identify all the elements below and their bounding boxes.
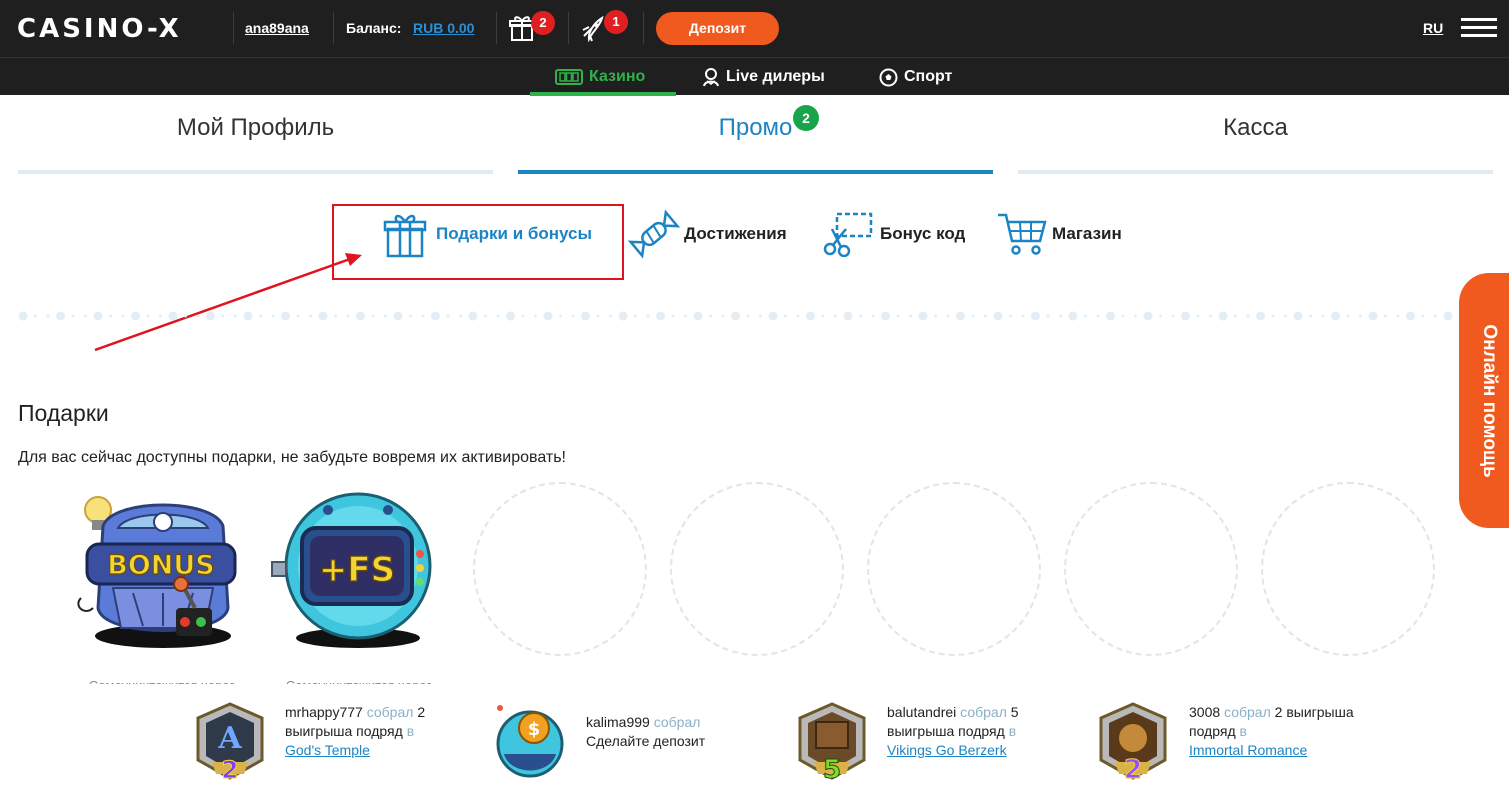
subnav-shop-label: Магазин xyxy=(1052,224,1122,243)
empty-gift-slot xyxy=(473,482,647,656)
gifts-count-badge: 2 xyxy=(531,11,555,35)
feed-user: mrhappy777 xyxy=(285,704,363,720)
feed-item: balutandrei собрал 5 выигрыша подряд в V… xyxy=(887,703,1057,760)
feed-item: 3008 собрал 2 выигрыша подряд в Immortal… xyxy=(1189,703,1359,760)
empty-gift-slot xyxy=(1261,482,1435,656)
annotation-arrow xyxy=(94,253,362,352)
tab-promo[interactable]: Промо xyxy=(518,100,993,174)
tab-underline xyxy=(518,170,993,174)
gift-caption: Самоуничтожится через xyxy=(72,674,252,684)
empty-gift-slot xyxy=(670,482,844,656)
online-help-label: Онлайн помощь xyxy=(1479,323,1500,478)
promo-count-badge: 2 xyxy=(793,105,819,131)
tab-cashier[interactable]: Касса xyxy=(1018,100,1493,174)
soccer-ball-icon xyxy=(879,68,898,86)
gift-caption: Самоуничтожится через xyxy=(269,674,449,684)
cart-icon xyxy=(998,213,1047,255)
medal-number: 5 xyxy=(823,755,841,782)
feed-text: Сделайте депозит xyxy=(586,733,706,749)
bonus-gift-image[interactable]: BONUS xyxy=(73,488,243,653)
online-help-button[interactable]: Онлайн помощь xyxy=(1459,273,1509,528)
achievement-medal-image: 2 xyxy=(1099,702,1167,782)
nav-casino-label: Казино xyxy=(589,68,646,85)
deposit-medal-image: $ xyxy=(496,705,564,778)
free-spins-image-text: +FS xyxy=(319,550,395,590)
subnav-bonus-code[interactable]: Бонус код xyxy=(822,204,965,264)
feed-verb: собрал xyxy=(1224,704,1271,720)
menu-burger-icon[interactable] xyxy=(1461,18,1497,38)
tab-cashier-label: Касса xyxy=(1223,114,1288,141)
language-selector[interactable]: RU xyxy=(1423,20,1443,36)
dealer-icon xyxy=(703,68,719,87)
gifts-section-title: Подарки xyxy=(18,400,109,426)
feed-item: mrhappy777 собрал 2 выигрыша подряд в Go… xyxy=(285,703,455,760)
tab-promo-label: Промо xyxy=(718,114,793,141)
subnav-achievements-label: Достижения xyxy=(684,224,787,243)
feed-item: kalima999 собрал Сделайте депозит xyxy=(586,713,756,751)
svg-text:A: A xyxy=(217,721,242,756)
medal-number: 2 xyxy=(1124,755,1142,782)
nav-live-dealers-label: Live дилеры xyxy=(726,68,825,85)
balance-value[interactable]: RUB 0.00 xyxy=(413,20,474,36)
rocket-icon xyxy=(582,15,604,43)
rocket-count-badge: 1 xyxy=(604,10,628,34)
subnav-achievements[interactable]: Достижения xyxy=(628,204,787,264)
feed-verb: собрал xyxy=(366,704,414,720)
medal-number: 2 xyxy=(222,756,239,782)
empty-gift-slot xyxy=(867,482,1041,656)
feed-game-link[interactable]: God's Temple xyxy=(285,742,370,758)
empty-gift-slot xyxy=(1064,482,1238,656)
free-spins-gift-image[interactable]: +FS xyxy=(270,488,440,653)
gifts-section-description: Для вас сейчас доступны подарки, не забу… xyxy=(18,449,566,466)
feed-game-link[interactable]: Vikings Go Berzerk xyxy=(887,742,1007,758)
divider xyxy=(568,12,569,44)
nav-live-dealers[interactable]: Live дилеры xyxy=(702,58,825,96)
nav-active-indicator xyxy=(530,92,676,96)
feed-in: в xyxy=(1239,723,1247,739)
tab-underline xyxy=(1018,170,1493,174)
dotted-divider xyxy=(18,311,1453,321)
feed-verb: собрал xyxy=(960,704,1007,720)
feed-user: 3008 xyxy=(1189,704,1221,720)
candy-icon xyxy=(628,209,680,259)
deposit-button[interactable]: Депозит xyxy=(656,12,779,45)
achievement-medal-image: 5 xyxy=(798,702,866,782)
subnav-shop[interactable]: Магазин xyxy=(996,204,1122,264)
feed-user: balutandrei xyxy=(887,704,957,720)
feed-in: в xyxy=(406,723,415,739)
nav-sport-label: Спорт xyxy=(904,68,953,85)
feed-game-link[interactable]: Immortal Romance xyxy=(1189,742,1307,758)
slot-machine-icon xyxy=(555,69,583,85)
divider xyxy=(496,12,497,44)
feed-user: kalima999 xyxy=(586,714,650,730)
feed-verb: собрал xyxy=(653,714,701,730)
divider xyxy=(643,12,644,44)
nav-casino[interactable]: Казино xyxy=(555,58,645,96)
medal-symbol: $ xyxy=(528,719,541,740)
achievement-medal-image: A 2 xyxy=(196,702,264,782)
nav-sport[interactable]: Спорт xyxy=(879,58,952,96)
subnav-bonus-code-label: Бонус код xyxy=(880,224,966,243)
rocket-button[interactable] xyxy=(580,14,606,43)
bonus-image-text: BONUS xyxy=(107,550,215,581)
feed-in: в xyxy=(1008,723,1017,739)
scissors-coupon-icon xyxy=(823,212,873,257)
